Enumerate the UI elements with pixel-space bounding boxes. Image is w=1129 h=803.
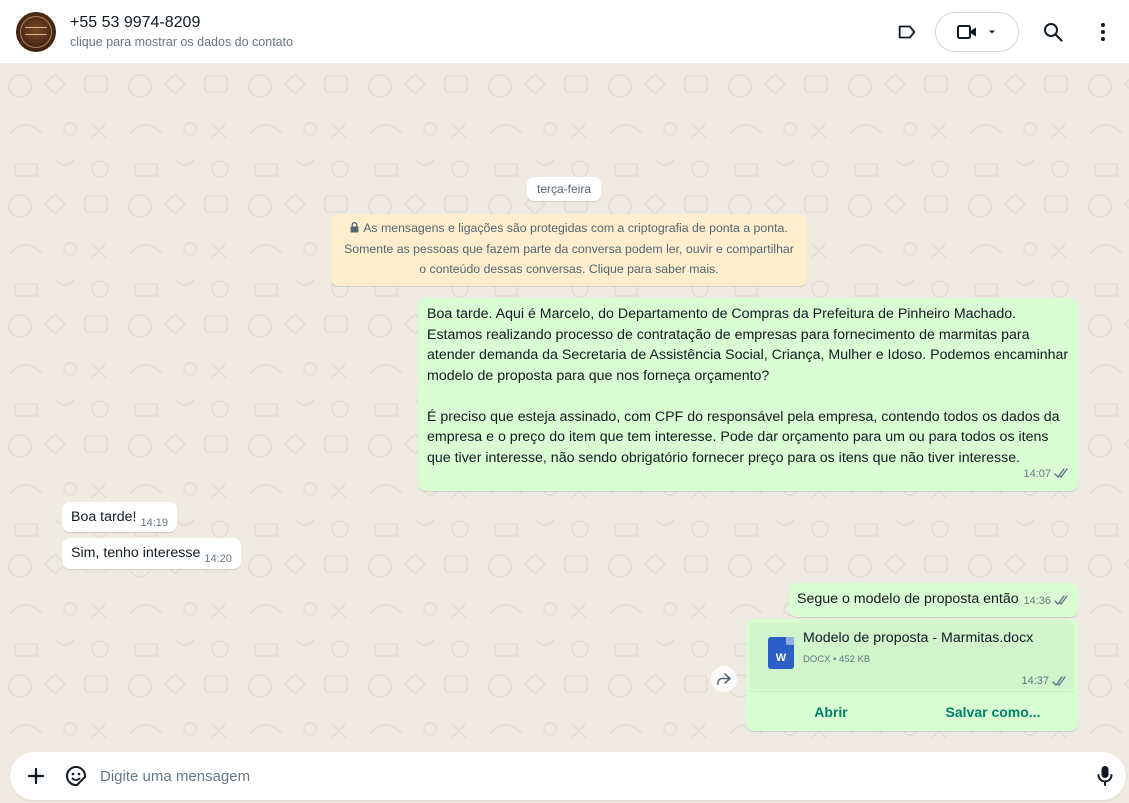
video-call-icon xyxy=(957,25,976,39)
avatar-logo-mark xyxy=(25,26,47,35)
message-time: 14:37 xyxy=(1021,675,1049,687)
message-time: 14:07 xyxy=(1023,467,1051,480)
document-file-name: Modelo de proposta - Marmitas.docx xyxy=(803,630,1034,646)
document-actions: Abrir Salvar como... xyxy=(750,691,1074,731)
message-text: Boa tarde! xyxy=(71,509,137,525)
message-time: 14:19 xyxy=(140,517,168,529)
message-meta: 14:07 xyxy=(1023,464,1070,485)
chat-header: +55 53 9974-8209 clique para mostrar os … xyxy=(0,0,1129,64)
read-ticks-icon xyxy=(1054,468,1068,479)
header-actions xyxy=(887,0,1129,64)
message-text: É preciso que esteja assinado, com CPF d… xyxy=(427,408,1060,466)
label-icon xyxy=(898,25,916,39)
forward-button[interactable] xyxy=(711,666,737,692)
plus-icon xyxy=(27,767,45,785)
microphone-icon xyxy=(1097,766,1113,786)
message-incoming[interactable]: Sim, tenho interesse 14:20 xyxy=(62,538,241,569)
encryption-notice[interactable]: As mensagens e ligações são protegidas c… xyxy=(331,214,807,286)
contact-info[interactable]: +55 53 9974-8209 clique para mostrar os … xyxy=(70,13,293,50)
message-time: 14:20 xyxy=(204,553,232,565)
chevron-down-icon xyxy=(989,30,995,34)
document-file-info: DOCX • 452 KB xyxy=(803,654,871,665)
encryption-text-1: As mensagens e ligações são protegidas c… xyxy=(363,221,788,235)
word-document-icon: W xyxy=(768,637,794,669)
sticker-button[interactable] xyxy=(64,764,88,793)
save-as-button[interactable]: Salvar como... xyxy=(912,692,1074,731)
read-ticks-icon xyxy=(1052,675,1066,686)
contact-name[interactable]: +55 53 9974-8209 xyxy=(70,13,293,33)
label-button[interactable] xyxy=(887,12,927,52)
voice-message-button[interactable] xyxy=(1094,764,1116,793)
encryption-notice-line-2: Somente as pessoas que fazem parte da co… xyxy=(344,241,794,256)
composer-bar xyxy=(10,752,1126,800)
read-ticks-icon xyxy=(1054,595,1068,606)
message-incoming[interactable]: Boa tarde! 14:19 xyxy=(62,502,177,532)
video-call-button[interactable] xyxy=(935,12,1019,52)
search-button[interactable] xyxy=(1033,12,1073,52)
message-time: 14:36 xyxy=(1023,594,1051,607)
composer xyxy=(0,750,1129,803)
avatar[interactable] xyxy=(16,11,56,52)
message-outgoing[interactable]: Boa tarde. Aqui é Marcelo, do Departamen… xyxy=(418,298,1078,491)
forward-icon xyxy=(717,673,731,685)
message-input[interactable] xyxy=(100,752,1060,800)
document-card[interactable]: W Modelo de proposta - Marmitas.docx DOC… xyxy=(750,623,1074,689)
contact-subtitle[interactable]: clique para mostrar os dados do contato xyxy=(70,34,293,50)
open-document-button[interactable]: Abrir xyxy=(750,692,912,731)
message-text: Segue o modelo de proposta então xyxy=(797,591,1019,607)
sticker-icon xyxy=(66,765,86,786)
message-meta: 14:36 xyxy=(1023,591,1070,612)
message-meta: 14:37 xyxy=(1021,675,1068,687)
message-text: Boa tarde. Aqui é Marcelo, do Departamen… xyxy=(427,306,1069,384)
message-list[interactable]: terça-feira As mensagens e ligações são … xyxy=(0,64,1129,750)
encryption-notice-line-1: As mensagens e ligações são protegidas c… xyxy=(339,218,799,239)
attach-button[interactable] xyxy=(24,764,48,793)
message-text: Sim, tenho interesse xyxy=(71,545,201,561)
menu-button[interactable] xyxy=(1083,12,1123,52)
more-vert-icon xyxy=(1101,23,1105,41)
encryption-notice-line-3: o conteúdo dessas conversas. Clique para… xyxy=(419,262,719,276)
date-divider: terça-feira xyxy=(527,177,602,201)
search-icon xyxy=(1044,23,1063,42)
lock-icon xyxy=(350,222,359,233)
message-document[interactable]: W Modelo de proposta - Marmitas.docx DOC… xyxy=(746,619,1078,731)
message-outgoing[interactable]: Segue o modelo de proposta então 14:36 xyxy=(789,583,1078,617)
